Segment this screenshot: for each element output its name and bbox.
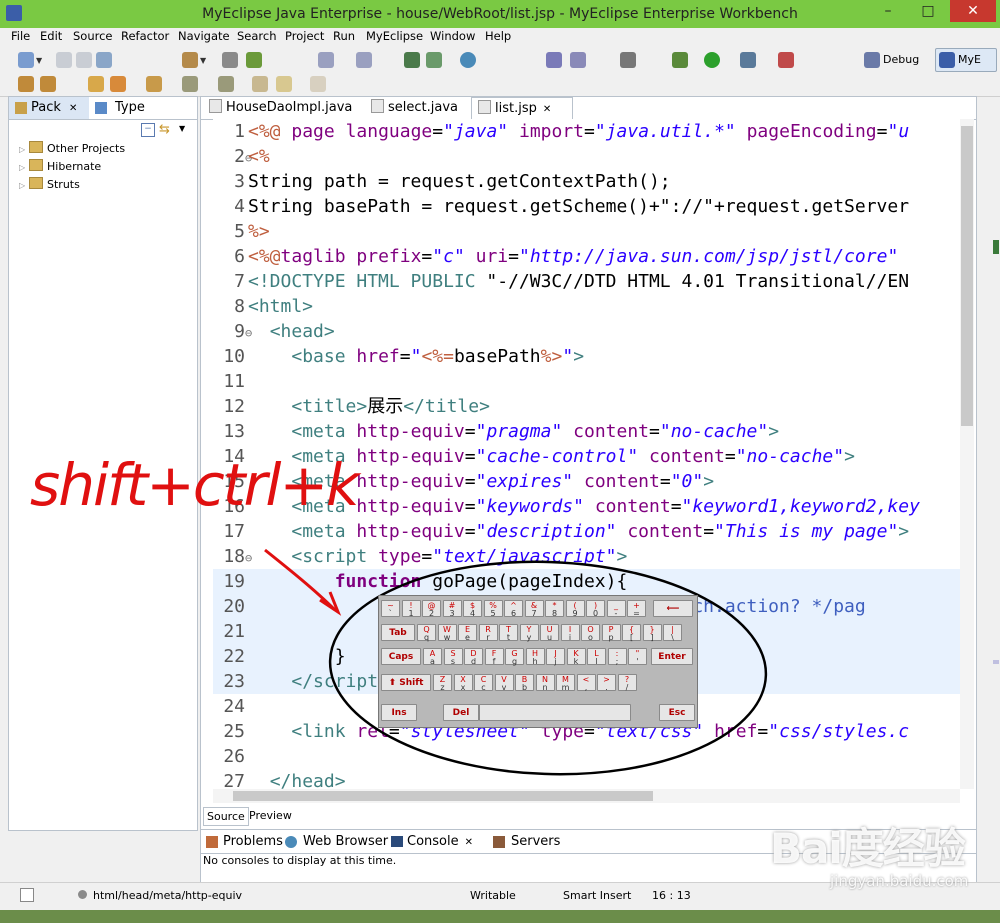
key-o[interactable]: Oo (581, 624, 600, 642)
key-9[interactable]: (9 (565, 600, 585, 618)
key-w[interactable]: Ww (437, 624, 457, 642)
key-x[interactable]: Xx (453, 674, 473, 692)
annotation-overlay: shift+ctrl+k (30, 451, 768, 776)
key-s[interactable]: Ss (443, 648, 463, 666)
key-][interactable]: }] (642, 624, 662, 642)
key-`[interactable]: ~ ` (381, 600, 400, 618)
key-1[interactable]: ! 1 (401, 600, 421, 618)
watermark-url: jingyan.baidu.com (830, 872, 969, 890)
key-e[interactable]: Ee (458, 624, 477, 642)
key-delete[interactable]: Del (443, 704, 479, 721)
key-f[interactable]: Ff (484, 648, 504, 666)
key-u[interactable]: Uu (540, 624, 559, 642)
key-d[interactable]: Dd (464, 648, 483, 666)
key-q[interactable]: Qq (417, 624, 436, 642)
key-i[interactable]: Ii (560, 624, 580, 642)
key--[interactable]: _ - (606, 600, 626, 618)
key-t[interactable]: Tt (499, 624, 518, 642)
key-insert[interactable]: Ins (381, 704, 417, 721)
key-z[interactable]: Zz (433, 674, 452, 692)
annotation-text: shift+ctrl+k (30, 451, 362, 519)
key-k[interactable]: Kk (566, 648, 586, 666)
key-/[interactable]: ? / (617, 674, 637, 692)
key-\[interactable]: | \ (663, 624, 682, 642)
key-p[interactable]: Pp (601, 624, 621, 642)
on-screen-keyboard: ~ `! 1 @2 #3 $4% 5 ^ 6 & 7 * 8(9) 0 _ - + = ⟵ Tab Qq Ww Ee Rr Tt… (378, 595, 698, 728)
key-r[interactable]: Rr (478, 624, 498, 642)
key-=[interactable]: + = (627, 600, 646, 618)
key-[[interactable]: {[ (622, 624, 641, 642)
key-5[interactable]: % 5 (483, 600, 503, 618)
key-m[interactable]: Mm (556, 674, 575, 692)
key-j[interactable]: Jj (546, 648, 565, 666)
annotation-arrow (264, 548, 337, 612)
key-shift[interactable]: ⬆ Shift (381, 674, 431, 691)
key-c[interactable]: Cc (474, 674, 493, 692)
key-2[interactable]: @2 (422, 600, 441, 618)
key-v[interactable]: Vv (494, 674, 514, 692)
key-g[interactable]: Gg (505, 648, 524, 666)
key-.[interactable]: >. (597, 674, 616, 692)
key-l[interactable]: Ll (587, 648, 606, 666)
key-tab[interactable]: Tab (381, 624, 415, 641)
annotation-arrowhead (319, 591, 342, 616)
key-8[interactable]: * 8 (545, 600, 564, 618)
key-caps[interactable]: Caps (381, 648, 421, 665)
key-n[interactable]: Nn (535, 674, 555, 692)
key-h[interactable]: Hh (525, 648, 545, 666)
key-0[interactable]: ) 0 (586, 600, 605, 618)
key-a[interactable]: Aa (423, 648, 442, 666)
key-y[interactable]: Yy (519, 624, 539, 642)
key-7[interactable]: & 7 (524, 600, 544, 618)
key-space[interactable] (479, 704, 631, 721)
watermark-logo: Bai度经验 (770, 824, 966, 873)
key-'[interactable]: " ' (628, 648, 647, 666)
key-escape[interactable]: Esc (659, 704, 695, 721)
key-4[interactable]: $4 (463, 600, 482, 618)
key-enter[interactable]: Enter (651, 648, 693, 665)
key-backspace[interactable]: ⟵ (653, 600, 693, 617)
key-6[interactable]: ^ 6 (504, 600, 523, 618)
key-b[interactable]: Bb (515, 674, 534, 692)
key-3[interactable]: #3 (442, 600, 462, 618)
key-;[interactable]: :; (607, 648, 627, 666)
key-,[interactable]: <, (576, 674, 596, 692)
